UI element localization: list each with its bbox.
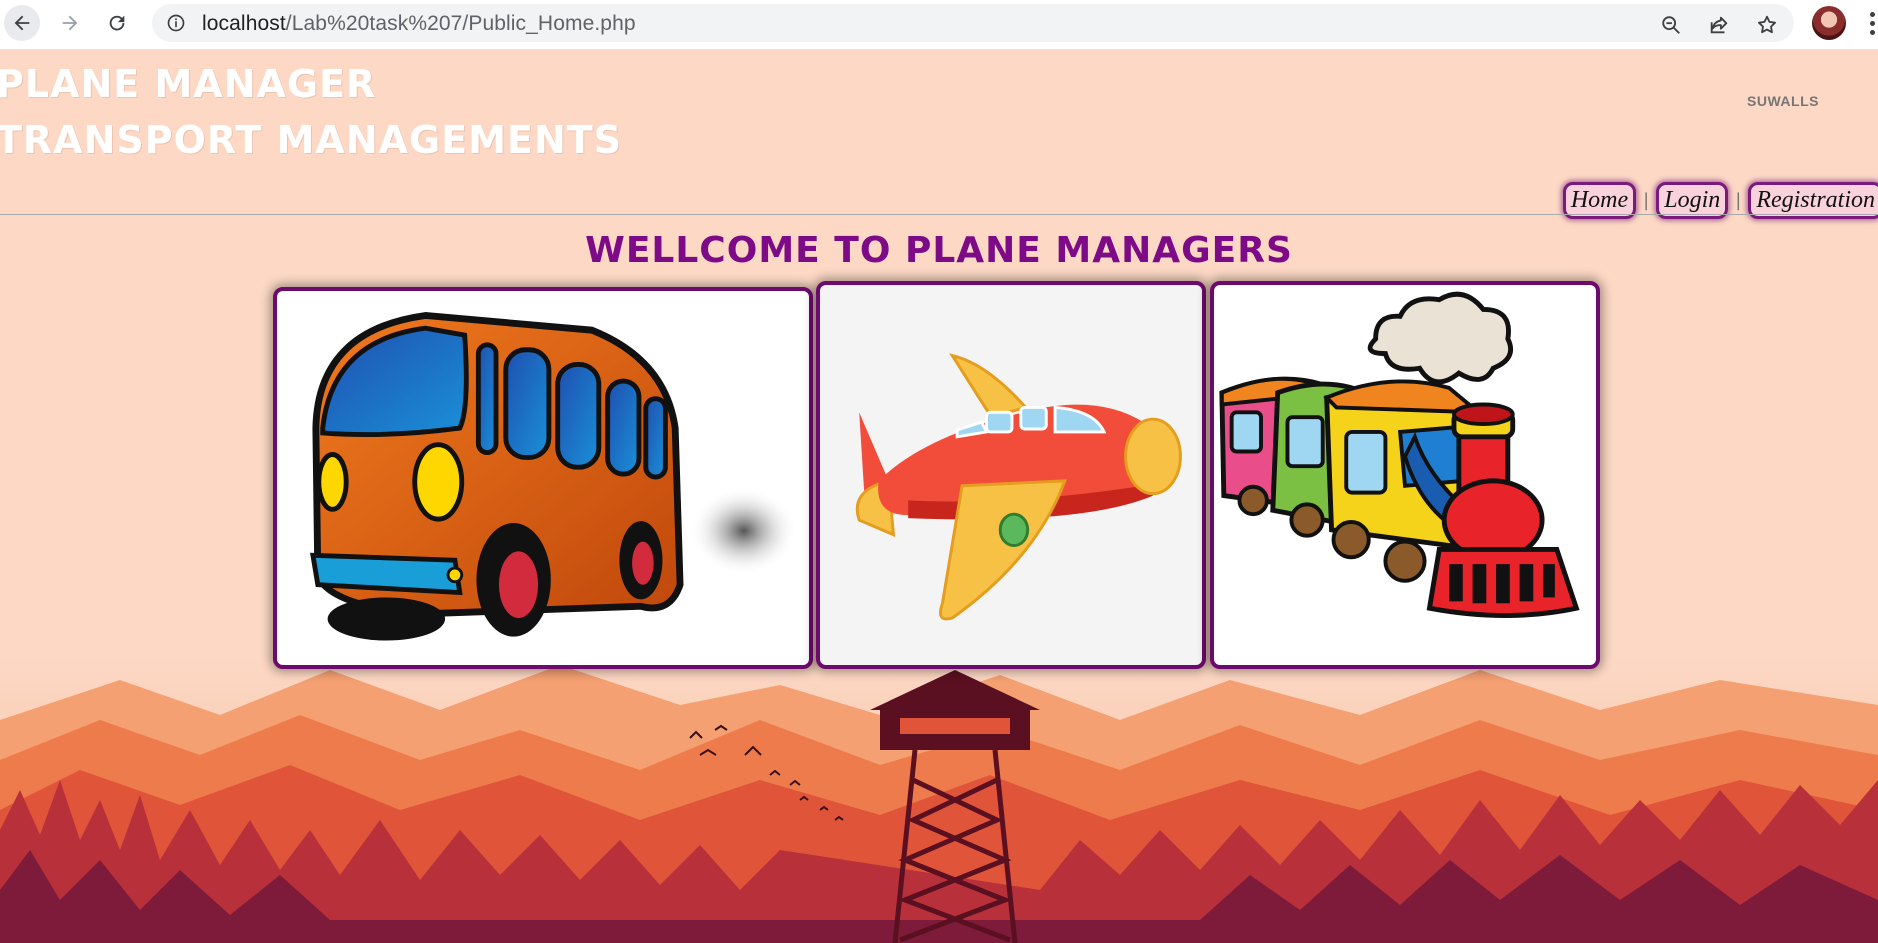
- reload-icon: [109, 15, 125, 31]
- back-button[interactable]: [4, 5, 40, 41]
- reload-button[interactable]: [99, 5, 135, 41]
- share-icon[interactable]: [1708, 14, 1730, 36]
- url-path: /Lab%20task%207/Public_Home.php: [285, 12, 636, 35]
- user-label: SUWALLS: [1747, 93, 1819, 109]
- profile-avatar[interactable]: [1812, 6, 1846, 40]
- nav-separator: |: [1735, 190, 1742, 211]
- arrow-right-icon: [62, 15, 78, 31]
- star-icon[interactable]: [1756, 14, 1778, 36]
- welcome-heading: WELLCOME TO PLANE MANAGERS: [585, 230, 1293, 271]
- bus-image-card: [273, 287, 813, 669]
- plane-illustration: [855, 353, 1182, 621]
- landscape-background: [0, 660, 1878, 943]
- bus-illustration: [310, 312, 798, 641]
- brand-line-1: PLANE MANAGER: [0, 62, 377, 106]
- url-text[interactable]: localhost/Lab%20task%207/Public_Home.php: [202, 12, 636, 36]
- brand-line-2: TRANSPORT MANAGEMENTS: [0, 118, 623, 162]
- header-divider: [0, 214, 1878, 215]
- brand-title: PLANE MANAGER TRANSPORT MANAGEMENTS: [0, 56, 622, 168]
- url-host: localhost: [202, 12, 286, 35]
- train-image-card: [1210, 281, 1600, 669]
- forward-button[interactable]: [52, 5, 88, 41]
- info-icon[interactable]: [166, 13, 186, 33]
- menu-kebab-icon[interactable]: [1870, 10, 1878, 38]
- browser-toolbar: localhost/Lab%20task%207/Public_Home.php: [0, 0, 1878, 50]
- plane-image-card: [816, 281, 1206, 669]
- zoom-out-icon[interactable]: [1660, 14, 1682, 36]
- train-illustration: [1219, 291, 1580, 618]
- page-body: PLANE MANAGER TRANSPORT MANAGEMENTS SUWA…: [0, 50, 1878, 943]
- address-bar[interactable]: localhost/Lab%20task%207/Public_Home.php: [152, 4, 1794, 42]
- nav-separator: |: [1643, 190, 1650, 211]
- arrow-left-icon: [14, 15, 30, 31]
